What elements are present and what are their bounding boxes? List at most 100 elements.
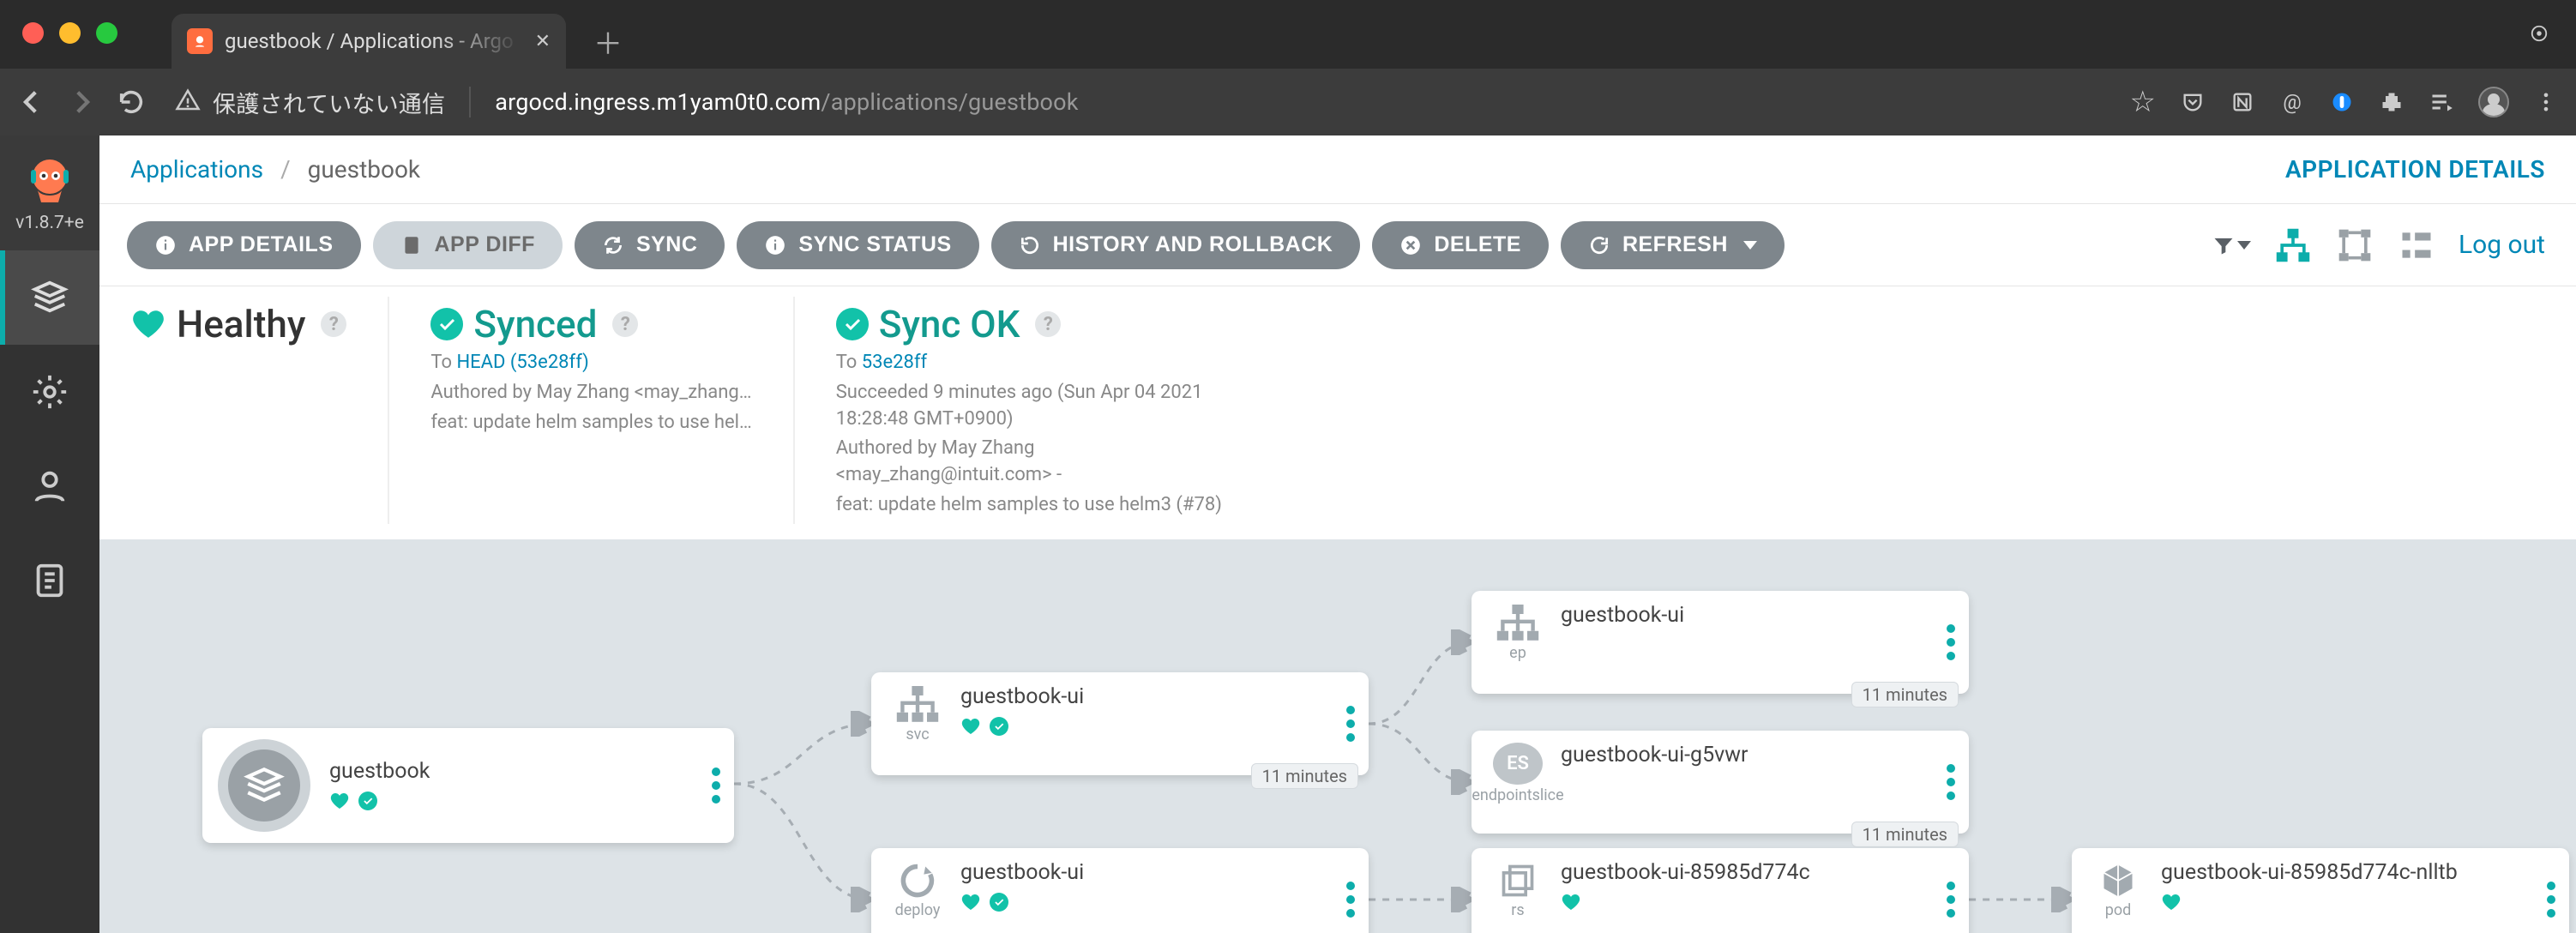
application-details-link[interactable]: APPLICATION DETAILS <box>2285 155 2545 184</box>
node-menu-icon[interactable] <box>1947 882 1955 918</box>
heart-icon <box>960 716 981 737</box>
address-field[interactable]: 保護されていない通信 argocd.ingress.m1yam0t0.com/a… <box>175 86 1079 119</box>
reload-button[interactable] <box>117 87 146 117</box>
delete-button[interactable]: DELETE <box>1372 221 1549 269</box>
tree-view-icon[interactable] <box>2273 226 2313 265</box>
status-last-sync: Sync OK ? To 53e28ff Succeeded 9 minutes… <box>836 297 1289 524</box>
list-view-icon[interactable] <box>2397 226 2436 265</box>
bookmark-star-icon[interactable]: ☆ <box>2130 85 2156 119</box>
app-details-button[interactable]: APP DETAILS <box>127 221 361 269</box>
node-title: guestbook-ui-85985d774c-nlltb <box>2161 860 2554 885</box>
browser-right-icons: ☆ @ <box>2130 85 2559 119</box>
heart-icon <box>329 791 350 811</box>
node-deployment[interactable]: deploy guestbook-ui 11 minutes rev:1 <box>871 848 1369 933</box>
app-icon <box>218 739 310 832</box>
breadcrumb-sep: / <box>280 155 291 184</box>
rail-user[interactable] <box>0 439 99 533</box>
notion-icon[interactable] <box>2230 89 2255 115</box>
left-rail: v1.8.7+e <box>0 135 99 933</box>
heart-icon <box>1561 892 1581 912</box>
sync-status-button[interactable]: SYNC STATUS <box>737 221 978 269</box>
node-replicaset[interactable]: rs guestbook-ui-85985d774c 11 minutes re… <box>1472 848 1969 933</box>
endpointslice-icon: ES endpointslice <box>1487 743 1549 804</box>
node-endpoints[interactable]: ep guestbook-ui 11 minutes <box>1472 591 1969 694</box>
app-diff-button[interactable]: APP DIFF <box>373 221 563 269</box>
browser-tab[interactable]: guestbook / Applications - Argo ✕ <box>172 14 566 69</box>
heart-icon <box>130 306 166 342</box>
check-icon <box>836 308 869 340</box>
node-menu-icon[interactable] <box>712 767 720 804</box>
sync-button[interactable]: SYNC <box>575 221 725 269</box>
version-label: v1.8.7+e <box>15 213 84 233</box>
heart-icon <box>960 892 981 912</box>
new-tab-button[interactable]: ＋ <box>593 14 623 69</box>
rail-settings[interactable] <box>0 345 99 439</box>
browser-shield-icon[interactable] <box>2530 24 2549 43</box>
resource-graph[interactable]: guestbook svc guestbook-ui <box>99 539 2576 933</box>
rail-docs[interactable] <box>0 533 99 628</box>
node-menu-icon[interactable] <box>2547 882 2555 918</box>
at-icon[interactable]: @ <box>2279 89 2305 115</box>
node-menu-icon[interactable] <box>1947 624 1955 660</box>
node-service[interactable]: svc guestbook-ui 11 minutes <box>871 672 1369 775</box>
window-minimize[interactable] <box>59 22 81 44</box>
status-sync: Synced ? To HEAD (53e28ff) Authored by M… <box>430 297 794 524</box>
node-menu-icon[interactable] <box>1346 882 1355 918</box>
tab-favicon <box>187 28 213 54</box>
node-title: guestbook-ui-g5vwr <box>1561 743 1953 767</box>
breadcrumb-root[interactable]: Applications <box>130 155 263 184</box>
breadcrumb-current: guestbook <box>308 155 420 184</box>
main-panel: Applications / guestbook APPLICATION DET… <box>99 135 2576 933</box>
node-title: guestbook-ui <box>1561 603 1953 628</box>
browser-tab-strip: guestbook / Applications - Argo ✕ ＋ <box>0 0 2576 69</box>
node-menu-icon[interactable] <box>1947 764 1955 800</box>
node-title: guestbook-ui <box>960 860 1353 885</box>
check-icon <box>990 893 1008 912</box>
help-icon[interactable]: ? <box>321 311 346 337</box>
forward-button[interactable] <box>67 87 96 117</box>
rail-applications[interactable] <box>0 250 99 345</box>
help-icon[interactable]: ? <box>612 311 638 337</box>
help-icon[interactable]: ? <box>1035 311 1061 337</box>
insecure-icon <box>175 87 201 117</box>
logout-link[interactable]: Log out <box>2459 230 2545 260</box>
pods-view-icon[interactable] <box>2335 226 2374 265</box>
node-endpointslice[interactable]: ES endpointslice guestbook-ui-g5vwr 11 m… <box>1472 731 1969 834</box>
filter-icon[interactable] <box>2212 226 2251 265</box>
window-maximize[interactable] <box>96 22 117 44</box>
profile-avatar[interactable] <box>2478 87 2509 117</box>
history-rollback-button[interactable]: HISTORY AND ROLLBACK <box>991 221 1361 269</box>
onepassword-icon[interactable] <box>2329 89 2355 115</box>
check-icon <box>430 308 463 340</box>
age-badge: 11 minutes <box>1851 682 1959 707</box>
sync-rev-link[interactable]: 53e28ff <box>862 352 927 373</box>
heart-icon <box>2161 892 2182 912</box>
pocket-icon[interactable] <box>2180 89 2206 115</box>
toolbar: APP DETAILS APP DIFF SYNC SYNC STATUS HI… <box>99 204 2576 286</box>
playlist-icon[interactable] <box>2429 89 2454 115</box>
browser-menu-icon[interactable] <box>2533 89 2559 115</box>
address-url: argocd.ingress.m1yam0t0.com/applications… <box>495 88 1078 116</box>
address-separator <box>469 87 471 117</box>
sync-rev-link[interactable]: HEAD (53e28ff) <box>456 352 588 373</box>
app-root: v1.8.7+e Applications / guestbook APPLIC… <box>0 135 2576 933</box>
status-health: Healthy ? <box>130 297 389 524</box>
check-icon <box>358 792 377 810</box>
age-badge: 11 minutes <box>1851 822 1959 847</box>
refresh-button[interactable]: REFRESH <box>1561 221 1785 269</box>
window-controls[interactable] <box>22 22 117 44</box>
breadcrumb-bar: Applications / guestbook APPLICATION DET… <box>99 135 2576 204</box>
node-application[interactable]: guestbook <box>202 728 734 843</box>
tab-close-icon[interactable]: ✕ <box>535 31 551 52</box>
extensions-icon[interactable] <box>2379 89 2404 115</box>
window-close[interactable] <box>22 22 44 44</box>
back-button[interactable] <box>17 87 46 117</box>
check-icon <box>990 717 1008 736</box>
node-menu-icon[interactable] <box>1346 706 1355 742</box>
argocd-logo[interactable]: v1.8.7+e <box>0 135 99 250</box>
age-badge: 11 minutes <box>1251 763 1358 789</box>
deploy-icon: deploy <box>887 860 948 922</box>
browser-address-bar: 保護されていない通信 argocd.ingress.m1yam0t0.com/a… <box>0 69 2576 135</box>
endpoints-icon: ep <box>1487 603 1549 665</box>
node-pod[interactable]: pod guestbook-ui-85985d774c-nlltb 11 min… <box>2072 848 2569 933</box>
